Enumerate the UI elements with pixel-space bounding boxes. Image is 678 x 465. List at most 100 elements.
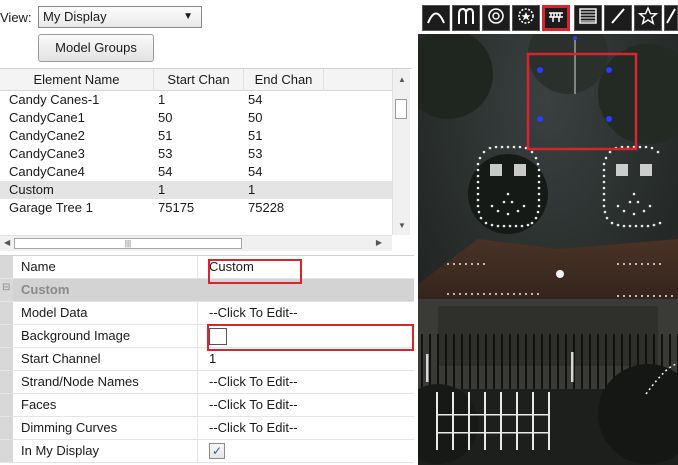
line-icon[interactable] [604, 5, 632, 31]
scroll-down-icon[interactable]: ▼ [398, 221, 406, 230]
cell-element-name: Garage Tree 1 [9, 200, 93, 215]
dropdown-arrow-icon: ▼ [183, 11, 193, 22]
star-icon[interactable] [634, 5, 662, 31]
property-label: Faces [13, 394, 198, 416]
category-label: Custom [21, 282, 70, 297]
circle-icon[interactable] [482, 5, 510, 31]
cell-element-name: CandyCane1 [9, 110, 85, 125]
scroll-thumb[interactable] [395, 99, 407, 119]
property-row-strand-node-names[interactable]: Strand/Node Names --Click To Edit-- [0, 371, 414, 394]
table-horizontal-scrollbar[interactable]: ◀ ||| ▶ [0, 235, 392, 251]
cell-start-chan: 51 [158, 128, 173, 143]
matrix-icon[interactable] [574, 5, 602, 31]
model-groups-button[interactable]: Model Groups [38, 34, 154, 62]
property-label: Start Channel [13, 348, 198, 370]
house-photo-background [418, 34, 678, 465]
scroll-thumb-horizontal[interactable]: ||| [14, 238, 242, 249]
model-toolbar [418, 2, 678, 32]
property-row-name[interactable]: Name Custom [0, 256, 414, 279]
cell-end-chan: 75228 [248, 200, 285, 215]
cell-end-chan: 1 [248, 182, 256, 197]
view-dropdown[interactable]: My Display ▼ [38, 6, 202, 28]
table-row[interactable]: Garage Tree 1 75175 75228 [0, 199, 396, 217]
cell-start-chan: 1 [158, 92, 166, 107]
house-preview-canvas[interactable] [418, 34, 678, 465]
background-image-value[interactable] [198, 325, 414, 347]
strand-node-value[interactable]: --Click To Edit-- [198, 371, 414, 393]
property-label: Dimming Curves [13, 417, 198, 439]
cell-element-name: Custom [9, 182, 54, 197]
property-label: Strand/Node Names [13, 371, 198, 393]
row-gutter [0, 325, 13, 347]
table-body: Candy Canes-1 1 54 CandyCane1 50 50 Cand… [0, 91, 396, 217]
layout-panel: View: My Display ▼ Model Groups Element … [0, 0, 414, 465]
name-field[interactable]: Custom [198, 256, 414, 278]
cell-element-name: CandyCane4 [9, 164, 85, 179]
scroll-up-icon[interactable]: ▲ [398, 75, 406, 84]
in-my-display-checkbox[interactable]: ✓ [209, 443, 225, 459]
row-gutter [0, 256, 13, 278]
row-gutter [0, 394, 13, 416]
property-row-background-image[interactable]: Background Image [0, 325, 414, 348]
property-grid: Name Custom ⊟ Custom Model Data --Click … [0, 255, 414, 465]
property-category-custom[interactable]: ⊟ Custom [0, 279, 414, 302]
property-row-model-data[interactable]: Model Data --Click To Edit-- [0, 302, 414, 325]
faces-value[interactable]: --Click To Edit-- [198, 394, 414, 416]
column-header-element-name[interactable]: Element Name [0, 69, 154, 91]
cell-end-chan: 50 [248, 110, 263, 125]
table-vertical-scrollbar[interactable]: ▲ ▼ [392, 69, 410, 235]
table-row[interactable]: CandyCane3 53 53 [0, 145, 396, 163]
dimming-curves-value[interactable]: --Click To Edit-- [198, 417, 414, 439]
cell-element-name: CandyCane3 [9, 146, 85, 161]
view-label: View: [0, 10, 32, 25]
view-dropdown-value: My Display [43, 9, 107, 24]
cell-start-chan: 54 [158, 164, 173, 179]
table-header: Element Name Start Chan End Chan [0, 69, 396, 91]
element-table: Element Name Start Chan End Chan Candy C… [0, 68, 412, 252]
property-label: Name [13, 256, 198, 278]
cell-element-name: CandyCane2 [9, 128, 85, 143]
row-gutter [0, 348, 13, 370]
start-channel-value[interactable]: 1 [198, 348, 414, 370]
image-swatch[interactable] [209, 328, 227, 345]
model-data-value[interactable]: --Click To Edit-- [198, 302, 414, 324]
row-gutter [0, 417, 13, 439]
cell-end-chan: 54 [248, 164, 263, 179]
row-gutter [0, 302, 13, 324]
property-label: In My Display [13, 440, 198, 462]
column-header-end-chan[interactable]: End Chan [244, 69, 324, 91]
row-gutter: ⊟ [0, 279, 13, 301]
row-gutter [0, 371, 13, 393]
candy-cane-icon[interactable] [452, 5, 480, 31]
table-row[interactable]: CandyCane1 50 50 [0, 109, 396, 127]
preview-panel [418, 0, 678, 465]
cell-end-chan: 54 [248, 92, 263, 107]
table-row[interactable]: CandyCane2 51 51 [0, 127, 396, 145]
cell-start-chan: 50 [158, 110, 173, 125]
row-gutter [0, 440, 13, 462]
table-row[interactable]: Candy Canes-1 1 54 [0, 91, 396, 109]
table-row[interactable]: CandyCane4 54 54 [0, 163, 396, 181]
column-header-start-chan[interactable]: Start Chan [154, 69, 244, 91]
arch-icon[interactable] [422, 5, 450, 31]
property-row-faces[interactable]: Faces --Click To Edit-- [0, 394, 414, 417]
collapse-icon[interactable]: ⊟ [2, 282, 10, 293]
property-label: Background Image [13, 325, 198, 347]
scroll-right-icon[interactable]: ▶ [376, 238, 382, 247]
property-label: Model Data [13, 302, 198, 324]
in-my-display-value[interactable]: ✓ [198, 440, 414, 462]
cell-start-chan: 1 [158, 182, 166, 197]
cell-element-name: Candy Canes-1 [9, 92, 100, 107]
cell-start-chan: 75175 [158, 200, 195, 215]
property-row-dimming-curves[interactable]: Dimming Curves --Click To Edit-- [0, 417, 414, 440]
cell-end-chan: 53 [248, 146, 263, 161]
window-frame-icon[interactable] [664, 5, 678, 31]
property-row-start-channel[interactable]: Start Channel 1 [0, 348, 414, 371]
property-row-in-my-display[interactable]: In My Display ✓ [0, 440, 414, 463]
cell-start-chan: 53 [158, 146, 173, 161]
table-row-selected[interactable]: Custom 1 1 [0, 181, 396, 199]
custom-model-icon[interactable] [542, 5, 570, 31]
scroll-left-icon[interactable]: ◀ [4, 238, 10, 247]
star-wreath-icon[interactable] [512, 5, 540, 31]
cell-end-chan: 51 [248, 128, 263, 143]
